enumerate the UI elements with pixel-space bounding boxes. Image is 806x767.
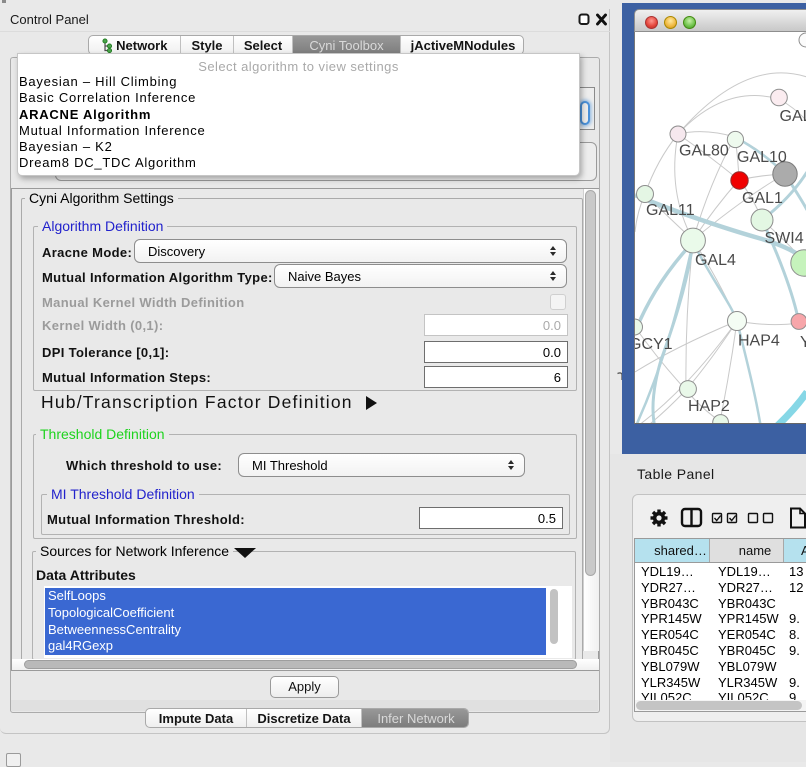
svg-text:GAL4: GAL4 — [695, 252, 736, 269]
svg-text:HAP4: HAP4 — [738, 333, 780, 350]
svg-text:Y: Y — [800, 334, 806, 351]
svg-text:HAP2: HAP2 — [688, 398, 730, 415]
svg-text:GAL11: GAL11 — [646, 202, 695, 219]
svg-text:GAL7: GAL7 — [780, 108, 806, 125]
svg-text:GAL10: GAL10 — [737, 149, 787, 166]
svg-text:SWI4: SWI4 — [765, 230, 804, 247]
svg-text:GAL1: GAL1 — [742, 190, 783, 207]
svg-text:GCY1: GCY1 — [635, 336, 673, 353]
svg-text:GAL80: GAL80 — [679, 143, 729, 160]
